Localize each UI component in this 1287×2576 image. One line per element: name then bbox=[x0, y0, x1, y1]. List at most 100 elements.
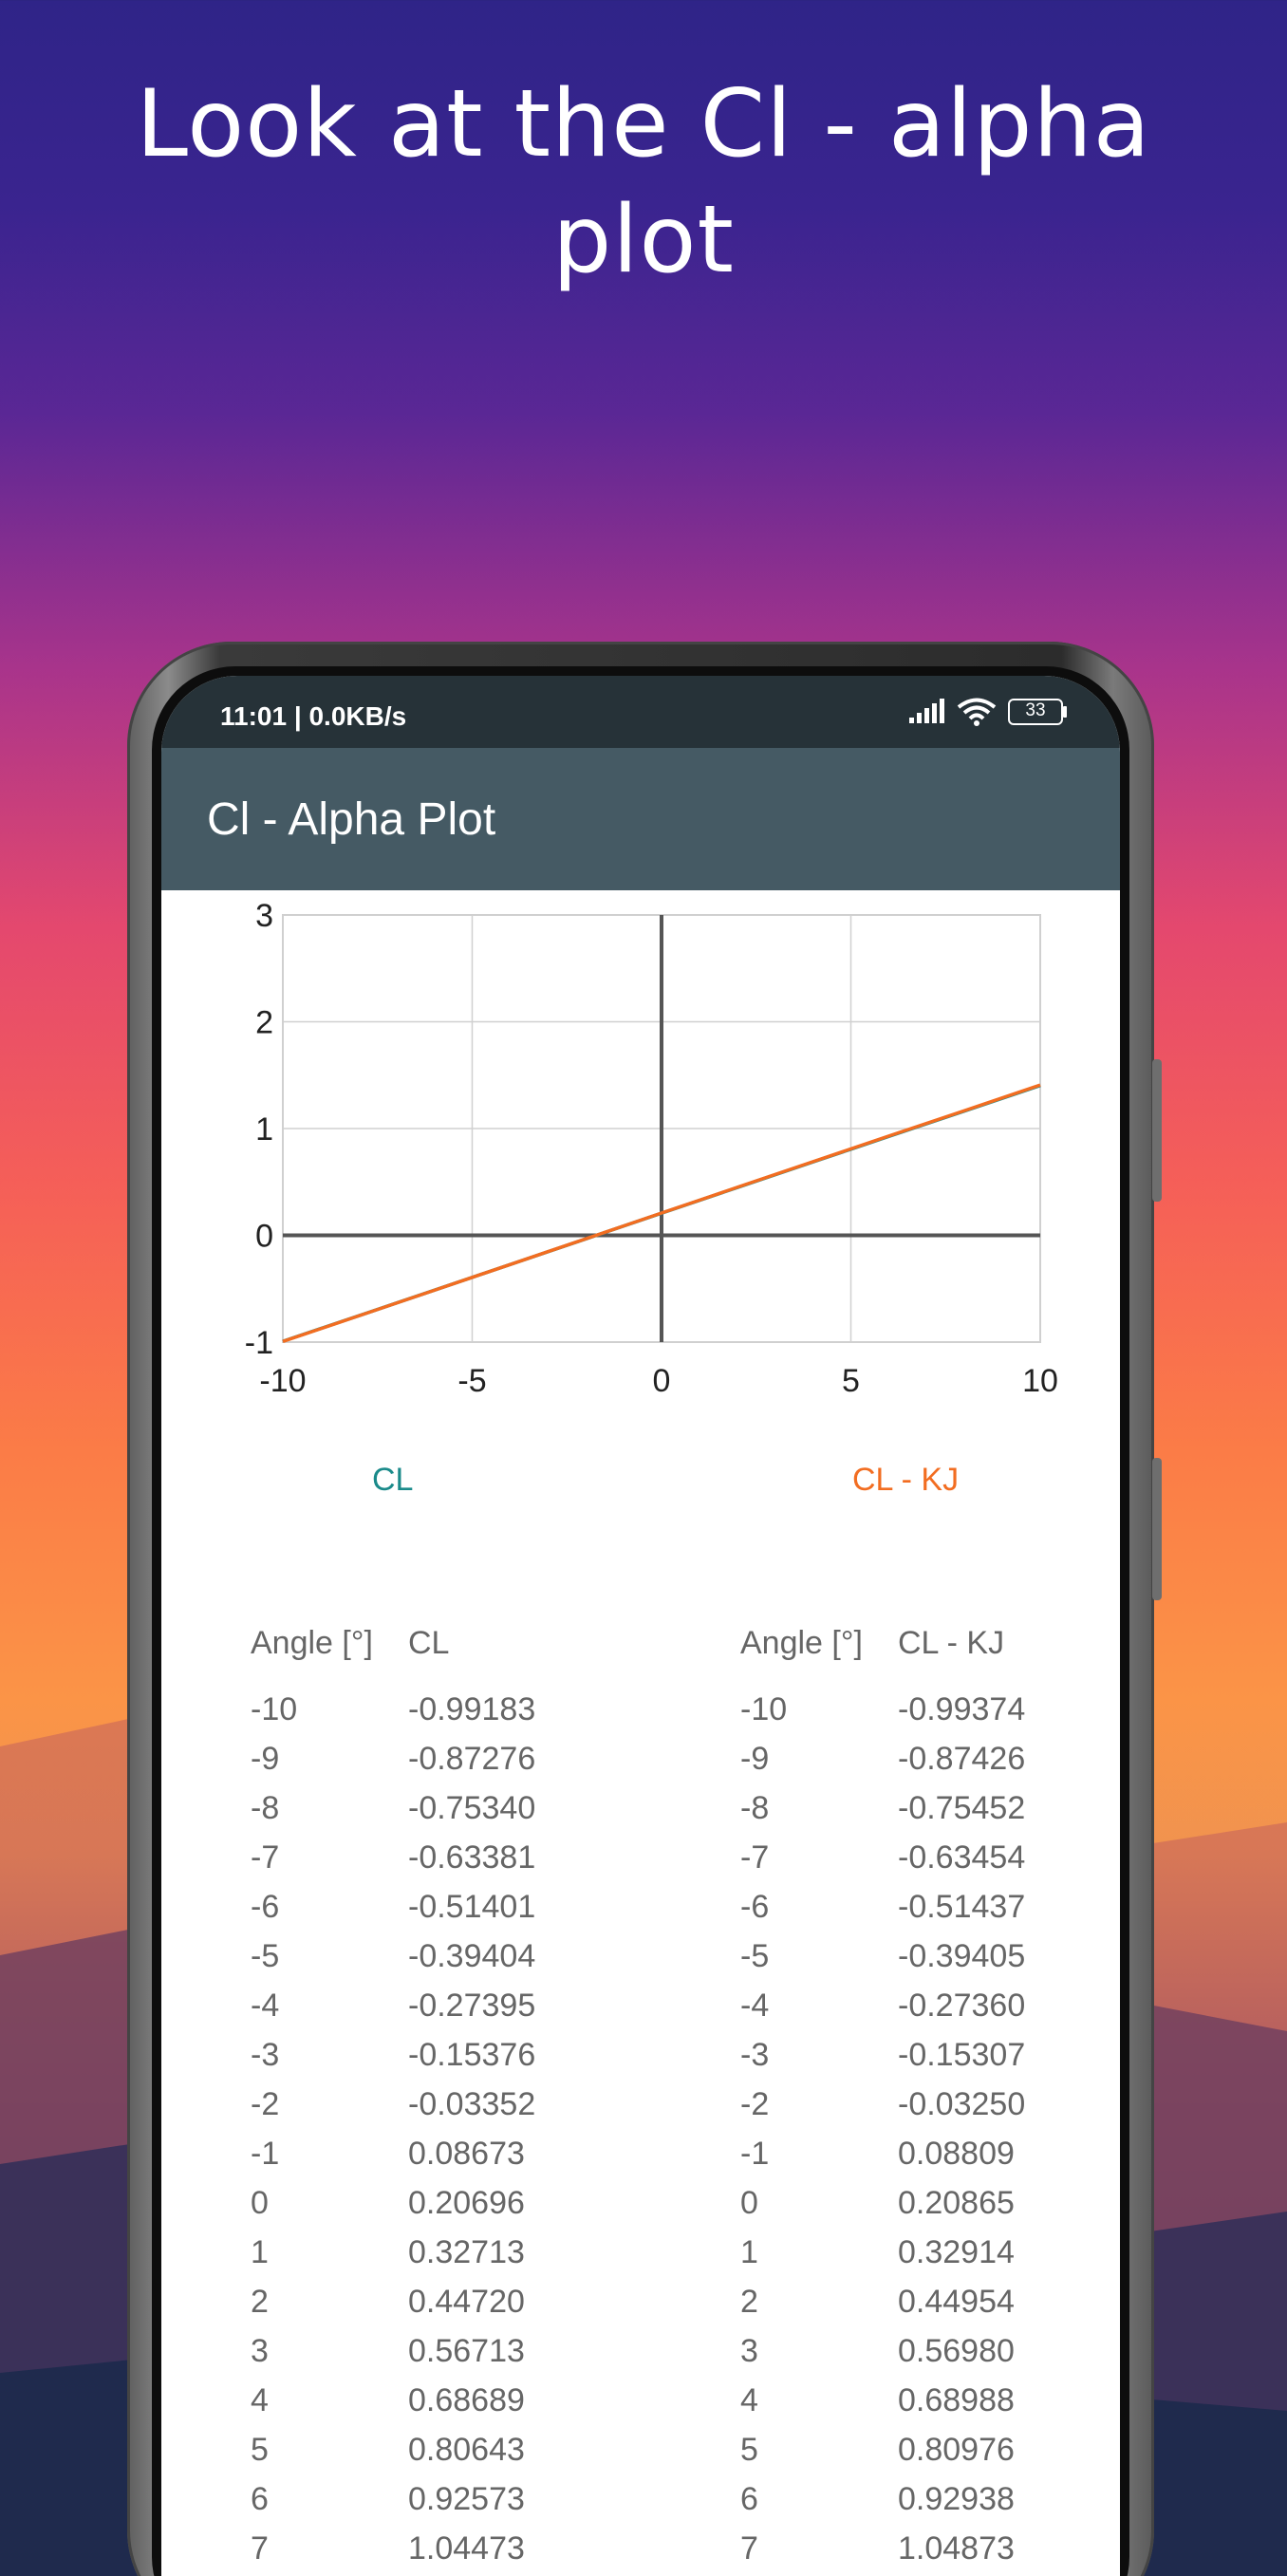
cl-table-angle-cell: 3 bbox=[251, 2333, 269, 2369]
cl-kj-table-row: -3 -0.15307 bbox=[740, 2037, 1088, 2086]
cl-kj-table-row: -1 0.08809 bbox=[740, 2136, 1088, 2185]
cl-kj-table-row: 6 0.92938 bbox=[740, 2481, 1088, 2530]
cl-table-value-cell: -0.99183 bbox=[408, 1691, 536, 1727]
cl-kj-table-row: 5 0.80976 bbox=[740, 2432, 1088, 2481]
cl-kj-table-value-cell: 0.44954 bbox=[898, 2284, 1015, 2320]
y-tick-label: -1 bbox=[245, 1325, 273, 1361]
battery-level: 33 bbox=[1025, 700, 1046, 720]
cl-kj-table-header-angle: Angle [°] bbox=[740, 1625, 863, 1661]
cl-table-angle-cell: 6 bbox=[251, 2481, 269, 2517]
cl-table-row: -8 -0.75340 bbox=[251, 1790, 598, 1839]
cl-table-value-cell: 0.56713 bbox=[408, 2333, 525, 2369]
cl-table-row: 6 0.92573 bbox=[251, 2481, 598, 2530]
cl-kj-table-row: -10 -0.99374 bbox=[740, 1691, 1088, 1741]
cl-kj-table-value-cell: 1.04873 bbox=[898, 2530, 1015, 2567]
cl-table-row: 3 0.56713 bbox=[251, 2333, 598, 2382]
cl-kj-table-value-cell: 0.08809 bbox=[898, 2136, 1015, 2172]
cl-table-value-cell: 0.44720 bbox=[408, 2284, 525, 2320]
cl-table-angle-cell: -2 bbox=[251, 2086, 280, 2122]
cl-kj-table-row: -6 -0.51437 bbox=[740, 1889, 1088, 1938]
headline-line-1: Look at the Cl - alpha bbox=[136, 70, 1151, 178]
cl-table-value-cell: 0.80643 bbox=[408, 2432, 525, 2468]
cl-kj-table-value-cell: -0.27360 bbox=[898, 1988, 1026, 2024]
cl-table-angle-cell: -8 bbox=[251, 1790, 280, 1826]
cl-table-row: -3 -0.15376 bbox=[251, 2037, 598, 2086]
battery-icon: 33 bbox=[1008, 699, 1067, 725]
cl-table-row: -6 -0.51401 bbox=[251, 1889, 598, 1938]
power-button bbox=[1152, 1458, 1162, 1600]
cl-alpha-chart[interactable]: -10 -5 0 5 103210-1 bbox=[161, 890, 1120, 1422]
cl-kj-table-angle-cell: 5 bbox=[740, 2432, 758, 2468]
cl-kj-table-value-cell: -0.03250 bbox=[898, 2086, 1026, 2122]
cl-kj-table-row: -4 -0.27360 bbox=[740, 1988, 1088, 2037]
cl-kj-table-row: -5 -0.39405 bbox=[740, 1938, 1088, 1988]
headline-line-2: plot bbox=[552, 186, 735, 294]
x-tick-label: 10 bbox=[1022, 1363, 1058, 1399]
phone-frame: 11:01 | 0.0KB/s 33 Cl - Alpha Plot -10 -… bbox=[127, 642, 1162, 2576]
promo-screen: { "headline": { "line1": "Look at the Cl… bbox=[0, 0, 1287, 2576]
cl-table-angle-cell: -9 bbox=[251, 1741, 280, 1777]
cl-kj-table-angle-cell: 2 bbox=[740, 2284, 758, 2320]
cl-table-value-cell: 0.20696 bbox=[408, 2185, 525, 2221]
cl-table-header-cl: CL bbox=[408, 1625, 450, 1661]
cl-table-row: -10 -0.99183 bbox=[251, 1691, 598, 1741]
cl-table-angle-cell: -3 bbox=[251, 2037, 280, 2073]
cl-table-value-cell: -0.87276 bbox=[408, 1741, 536, 1777]
cl-kj-table-value-cell: -0.63454 bbox=[898, 1839, 1026, 1876]
cl-table-angle-cell: -7 bbox=[251, 1839, 280, 1876]
cl-kj-table-angle-cell: -6 bbox=[740, 1889, 770, 1925]
cl-table-value-cell: -0.51401 bbox=[408, 1889, 536, 1925]
cl-kj-table-angle-cell: -1 bbox=[740, 2136, 770, 2172]
app-screen: 11:01 | 0.0KB/s 33 Cl - Alpha Plot -10 -… bbox=[161, 676, 1120, 2576]
cl-kj-table-angle-cell: 3 bbox=[740, 2333, 758, 2369]
cl-kj-table-angle-cell: -3 bbox=[740, 2037, 770, 2073]
cl-table-angle-cell: 7 bbox=[251, 2530, 269, 2567]
app-title: Cl - Alpha Plot bbox=[207, 794, 496, 845]
x-tick-label: -5 bbox=[457, 1363, 486, 1399]
signal-icon bbox=[909, 699, 944, 723]
cl-kj-table-row: 3 0.56980 bbox=[740, 2333, 1088, 2382]
cl-table-value-cell: -0.75340 bbox=[408, 1790, 536, 1826]
cl-kj-table-row: 1 0.32914 bbox=[740, 2234, 1088, 2284]
cl-table-angle-cell: 0 bbox=[251, 2185, 269, 2221]
cl-kj-table-value-cell: -0.15307 bbox=[898, 2037, 1026, 2073]
cl-kj-table-value-cell: -0.87426 bbox=[898, 1741, 1026, 1777]
cl-table-angle-cell: -4 bbox=[251, 1988, 280, 2024]
cl-kj-table-angle-cell: -4 bbox=[740, 1988, 770, 2024]
cl-kj-table-row: -9 -0.87426 bbox=[740, 1741, 1088, 1790]
wifi-icon bbox=[957, 698, 997, 726]
cl-kj-table-value-cell: -0.51437 bbox=[898, 1889, 1026, 1925]
cl-kj-table-angle-cell: 0 bbox=[740, 2185, 758, 2221]
cl-kj-table-value-cell: -0.39405 bbox=[898, 1938, 1026, 1974]
cl-table-row: 2 0.44720 bbox=[251, 2284, 598, 2333]
cl-table-angle-cell: 4 bbox=[251, 2382, 269, 2418]
cl-table-row: 7 1.04473 bbox=[251, 2530, 598, 2576]
y-tick-label: 3 bbox=[255, 898, 273, 934]
cl-kj-table-angle-cell: -8 bbox=[740, 1790, 770, 1826]
cl-kj-table-angle-cell: -5 bbox=[740, 1938, 770, 1974]
cl-table-row: 5 0.80643 bbox=[251, 2432, 598, 2481]
cl-kj-table-value-cell: 0.20865 bbox=[898, 2185, 1015, 2221]
cl-kj-table-angle-cell: 1 bbox=[740, 2234, 758, 2270]
cl-table: Angle [°] CL -10 -0.99183 -9 -0.87276 -8 -0.7… bbox=[251, 1625, 598, 2576]
cl-kj-table-row: 0 0.20865 bbox=[740, 2185, 1088, 2234]
y-tick-label: 1 bbox=[255, 1111, 273, 1148]
legend-cl: CL bbox=[372, 1462, 413, 1499]
cl-table-value-cell: 1.04473 bbox=[408, 2530, 525, 2567]
cl-kj-table-row: -8 -0.75452 bbox=[740, 1790, 1088, 1839]
cl-kj-table-row: 7 1.04873 bbox=[740, 2530, 1088, 2576]
cl-table-angle-cell: -5 bbox=[251, 1938, 280, 1974]
cl-table-value-cell: 0.08673 bbox=[408, 2136, 525, 2172]
cl-kj-table-value-cell: 0.68988 bbox=[898, 2382, 1015, 2418]
cl-kj-table-angle-cell: -9 bbox=[740, 1741, 770, 1777]
cl-table-value-cell: -0.27395 bbox=[408, 1988, 536, 2024]
cl-table-angle-cell: -10 bbox=[251, 1691, 298, 1727]
cl-kj-table-row: -7 -0.63454 bbox=[740, 1839, 1088, 1889]
status-icons: 33 bbox=[907, 697, 1067, 727]
y-tick-label: 0 bbox=[255, 1219, 273, 1255]
cl-kj-table-value-cell: 0.92938 bbox=[898, 2481, 1015, 2517]
cl-table-value-cell: 0.92573 bbox=[408, 2481, 525, 2517]
cl-table-angle-cell: 1 bbox=[251, 2234, 269, 2270]
cl-table-row: -9 -0.87276 bbox=[251, 1741, 598, 1790]
cl-kj-table-value-cell: -0.75452 bbox=[898, 1790, 1026, 1826]
